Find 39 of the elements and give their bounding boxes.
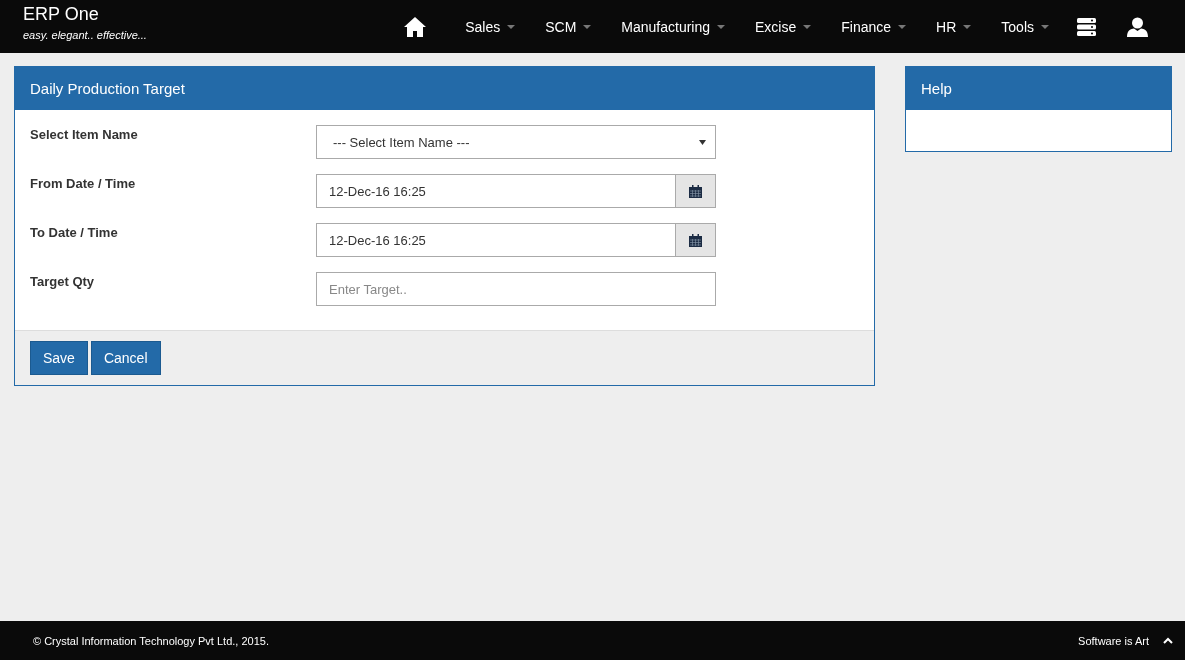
date-time-field[interactable]: 12-Dec-16 16:25 <box>316 223 676 257</box>
caret-icon <box>803 24 812 29</box>
calendar-button[interactable] <box>676 174 716 208</box>
date-time-field[interactable]: 12-Dec-16 16:25 <box>316 174 676 208</box>
select-dropdown[interactable]: --- Select Item Name --- <box>316 125 716 159</box>
calendar-icon <box>689 233 702 247</box>
dropdown-arrow-icon <box>699 139 706 145</box>
nav-menu-link[interactable]: Sales <box>450 18 531 35</box>
nav-menu-link[interactable]: Tools <box>986 18 1064 35</box>
calendar-button[interactable] <box>676 223 716 257</box>
field-label: Target Qty <box>30 273 96 291</box>
footer-motto: Software is Art <box>1078 634 1149 647</box>
app-tagline: easy. elegant.. effective... <box>23 29 147 41</box>
nav-menu-link[interactable]: HR <box>921 18 987 35</box>
caret-icon <box>1041 24 1049 29</box>
caret-icon <box>963 24 972 29</box>
nav-menu-link[interactable]: Excise <box>740 18 827 35</box>
help-panel-title: Help <box>906 67 1171 110</box>
field-label: From Date / Time <box>30 175 137 193</box>
home-icon[interactable] <box>404 16 427 37</box>
caret-icon <box>898 24 907 29</box>
nav-menu-link[interactable]: Manufacturing <box>606 18 741 35</box>
save-button[interactable]: Save <box>30 341 88 375</box>
scroll-up-icon[interactable] <box>1163 637 1173 644</box>
field-label: Select Item Name <box>30 126 139 144</box>
cancel-button[interactable]: Cancel <box>90 341 161 375</box>
target-qty-field[interactable]: Enter Target.. <box>316 272 716 306</box>
caret-icon <box>717 24 726 29</box>
copyright-text: © Crystal Information Technology Pvt Ltd., 2015. <box>33 634 269 647</box>
field-label: To Date / Time <box>30 224 119 242</box>
caret-icon <box>507 24 516 29</box>
nav-menu-link[interactable]: Finance <box>826 18 922 35</box>
nav-menu-link[interactable]: SCM <box>530 18 607 35</box>
panel-title: Daily Production Target <box>15 67 874 110</box>
user-icon[interactable] <box>1127 16 1148 37</box>
calendar-icon <box>689 184 702 198</box>
caret-icon <box>583 24 592 29</box>
app-title: ERP One <box>23 4 100 25</box>
server-icon[interactable] <box>1077 17 1096 36</box>
